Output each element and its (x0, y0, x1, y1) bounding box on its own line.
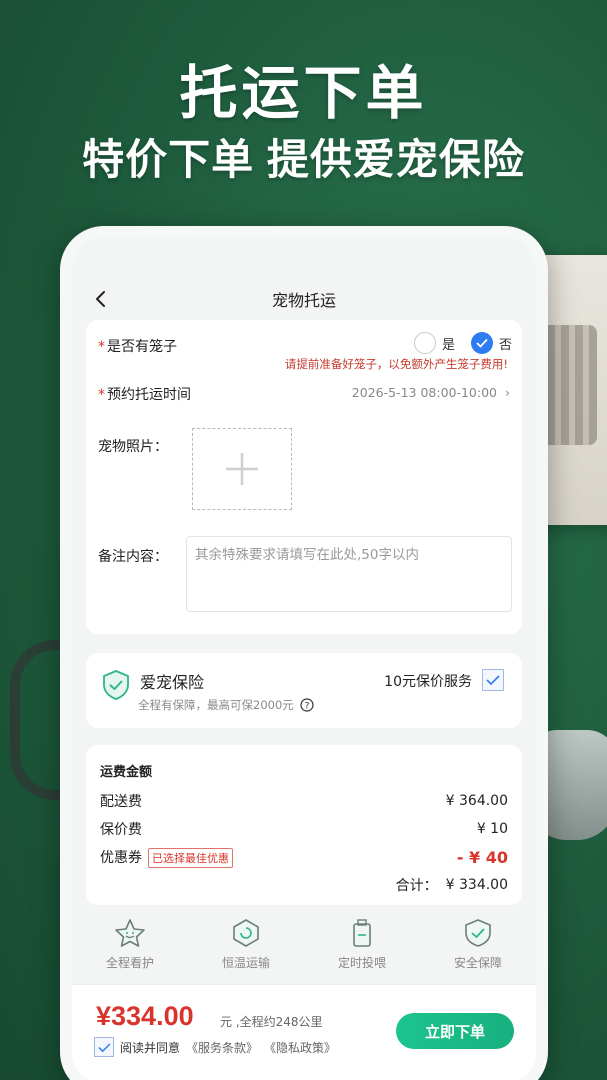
total-row: 合计： ¥ 334.00 (100, 875, 508, 895)
star-face-icon (115, 919, 145, 947)
check-icon (97, 1042, 111, 1052)
coupon-badge: 已选择最佳优惠 (148, 848, 233, 868)
insurance-service-label: 10元保价服务 (384, 674, 472, 690)
feature-label: 定时投喂 (337, 956, 386, 970)
price-unit-text: 元 ,全程约248公里 (220, 1015, 323, 1029)
time-label: * 预约托运时间 (98, 387, 191, 403)
chevron-right-icon: › (505, 385, 510, 400)
delivery-fee-label: 配送费 (100, 794, 142, 810)
insured-fee-row: 保价费 ¥ 10 (100, 819, 508, 839)
feature-label: 恒温运输 (221, 956, 270, 970)
total-value: ¥ 334.00 (445, 877, 508, 893)
question-icon[interactable]: ? (300, 698, 314, 712)
insurance-title: 爱宠保险 (140, 673, 205, 692)
agreement-row: 阅读并同意 《服务条款》 《隐私政策》 (94, 1037, 336, 1057)
shield-check-icon (465, 919, 491, 947)
check-icon (476, 338, 488, 348)
delivery-fee-row: 配送费 ¥ 364.00 (100, 791, 508, 811)
radio-yes[interactable] (413, 332, 436, 354)
agree-checkbox[interactable] (94, 1037, 114, 1057)
cage-radio-group: 是 否 (413, 332, 512, 354)
place-order-button[interactable]: 立即下单 (396, 1013, 514, 1049)
plus-icon (226, 453, 258, 485)
coupon-row[interactable]: 优惠券 已选择最佳优惠 - ¥ 40 (100, 847, 508, 868)
feature-item: 安全保障 (428, 914, 528, 984)
total-label: 合计： (395, 878, 438, 894)
radio-no-label: 否 (498, 337, 512, 353)
time-value: 2026-5-13 08:00-10:00 (351, 385, 498, 400)
food-box-icon (353, 919, 371, 947)
delivery-fee-value: ¥ 364.00 (445, 793, 508, 809)
fee-card: 运费金额 配送费 ¥ 364.00 保价费 ¥ 10 优惠券 已选择最佳优惠 - … (86, 745, 522, 905)
terms-link[interactable]: 《服务条款》 (186, 1039, 258, 1056)
page-title: 宠物托运 (271, 291, 336, 310)
feature-item: 定时投喂 (312, 914, 412, 984)
coupon-label: 优惠券 (100, 850, 142, 866)
total-price: ¥334.00 (96, 1001, 194, 1031)
agree-text: 阅读并同意 (120, 1040, 181, 1055)
promo-title: 托运下单 (179, 61, 428, 126)
back-icon[interactable] (90, 288, 112, 310)
feature-label: 全程看护 (105, 956, 154, 970)
photo-label: 宠物照片： (98, 439, 168, 455)
insured-fee-value: ¥ 10 (476, 821, 508, 837)
nav-bar: 宠物托运 (72, 278, 536, 320)
insurance-subtitle-row: 全程有保障，最高可保2000元 ? (138, 697, 314, 713)
svg-text:?: ? (304, 702, 309, 712)
insured-fee-label: 保价费 (100, 822, 142, 838)
photo-upload[interactable] (192, 428, 292, 510)
time-picker[interactable]: 2026-5-13 08:00-10:00 › (352, 385, 510, 400)
insurance-checkbox[interactable] (482, 669, 504, 691)
insurance-card: 爱宠保险 全程有保障，最高可保2000元 ? 10元保价服务 (86, 653, 522, 728)
order-form-card: * 是否有笼子 是 否 请提前准备好笼子，以免额外产生笼子费用! * 预约托运时间 … (86, 320, 522, 634)
coupon-value: - ¥ 40 (456, 848, 508, 867)
checkout-bar: ¥334.00 元 ,全程约248公里 阅读并同意 《服务条款》 《隐私政策》 … (72, 984, 536, 1080)
thermo-cycle-icon (233, 919, 259, 947)
feature-label: 安全保障 (453, 956, 502, 970)
fee-title: 运费金额 (100, 765, 153, 780)
feature-item: 恒温运输 (196, 914, 296, 984)
feature-strip: 全程看护 恒温运输 定时投喂 安全保障 (72, 914, 536, 984)
check-icon (486, 675, 500, 686)
shield-icon (103, 670, 129, 700)
radio-yes-label: 是 (441, 337, 455, 353)
coupon-label-group: 优惠券 已选择最佳优惠 (100, 847, 233, 868)
cage-hint: 请提前准备好笼子，以免额外产生笼子费用! (284, 357, 508, 371)
promo-subtitle: 特价下单 提供爱宠保险 (82, 136, 525, 183)
feature-item: 全程看护 (80, 914, 180, 984)
remark-label: 备注内容： (98, 549, 168, 565)
privacy-link[interactable]: 《隐私政策》 (264, 1039, 336, 1056)
remark-textarea[interactable]: 其余特殊要求请填写在此处,50字以内 (186, 536, 512, 612)
insurance-subtitle: 全程有保障，最高可保2000元 (138, 698, 294, 712)
app-screen: 宠物托运 * 是否有笼子 是 否 请提前准备好笼子，以免额外产生笼子费用! * 预约… (72, 238, 536, 1080)
cage-label: * 是否有笼子 (98, 339, 177, 355)
phone-frame: 宠物托运 * 是否有笼子 是 否 请提前准备好笼子，以免额外产生笼子费用! * 预约… (60, 226, 548, 1080)
radio-no[interactable] (470, 332, 493, 354)
